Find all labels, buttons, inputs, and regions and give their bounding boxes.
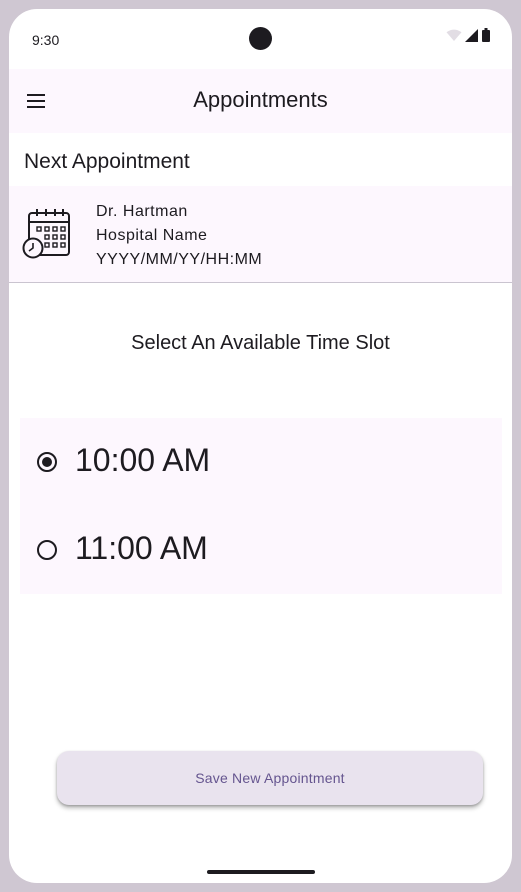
calendar-clock-icon bbox=[22, 208, 72, 260]
status-bar: 9:30 bbox=[9, 9, 512, 69]
camera-cutout bbox=[249, 27, 272, 50]
status-time: 9:30 bbox=[32, 32, 60, 48]
time-slot-option[interactable]: 11:00 AM bbox=[20, 506, 502, 594]
radio-button-unselected[interactable] bbox=[37, 540, 57, 560]
time-slot-label: 11:00 AM bbox=[75, 530, 208, 566]
home-indicator[interactable] bbox=[207, 870, 315, 874]
time-slot-heading: Select An Available Time Slot bbox=[131, 332, 390, 354]
next-appointment-card: Dr. Hartman Hospital Name YYYY/MM/YY/HH:… bbox=[9, 186, 512, 283]
appointment-datetime: YYYY/MM/YY/HH:MM bbox=[96, 251, 263, 268]
hospital-name: Hospital Name bbox=[96, 227, 208, 244]
battery-icon bbox=[482, 28, 490, 47]
radio-button-selected[interactable] bbox=[37, 452, 57, 472]
next-appointment-heading: Next Appointment bbox=[24, 150, 190, 173]
cellular-signal-icon bbox=[465, 29, 479, 47]
time-slot-label: 10:00 AM bbox=[75, 442, 211, 478]
time-slot-option[interactable]: 10:00 AM bbox=[20, 418, 502, 506]
device-frame: 9:30 Appointments Next Appointment Dr. H… bbox=[0, 0, 521, 892]
doctor-name: Dr. Hartman bbox=[96, 203, 188, 220]
status-icons bbox=[446, 28, 490, 47]
save-appointment-button[interactable]: Save New Appointment bbox=[57, 751, 483, 805]
appointment-details: Dr. Hartman Hospital Name YYYY/MM/YY/HH:… bbox=[96, 200, 262, 272]
wifi-icon bbox=[446, 29, 462, 47]
time-slot-radio-group: 10:00 AM 11:00 AM bbox=[20, 418, 502, 594]
phone-screen: 9:30 Appointments Next Appointment Dr. H… bbox=[9, 9, 512, 883]
top-app-bar: Appointments bbox=[9, 69, 512, 133]
page-title: Appointments bbox=[193, 87, 328, 112]
